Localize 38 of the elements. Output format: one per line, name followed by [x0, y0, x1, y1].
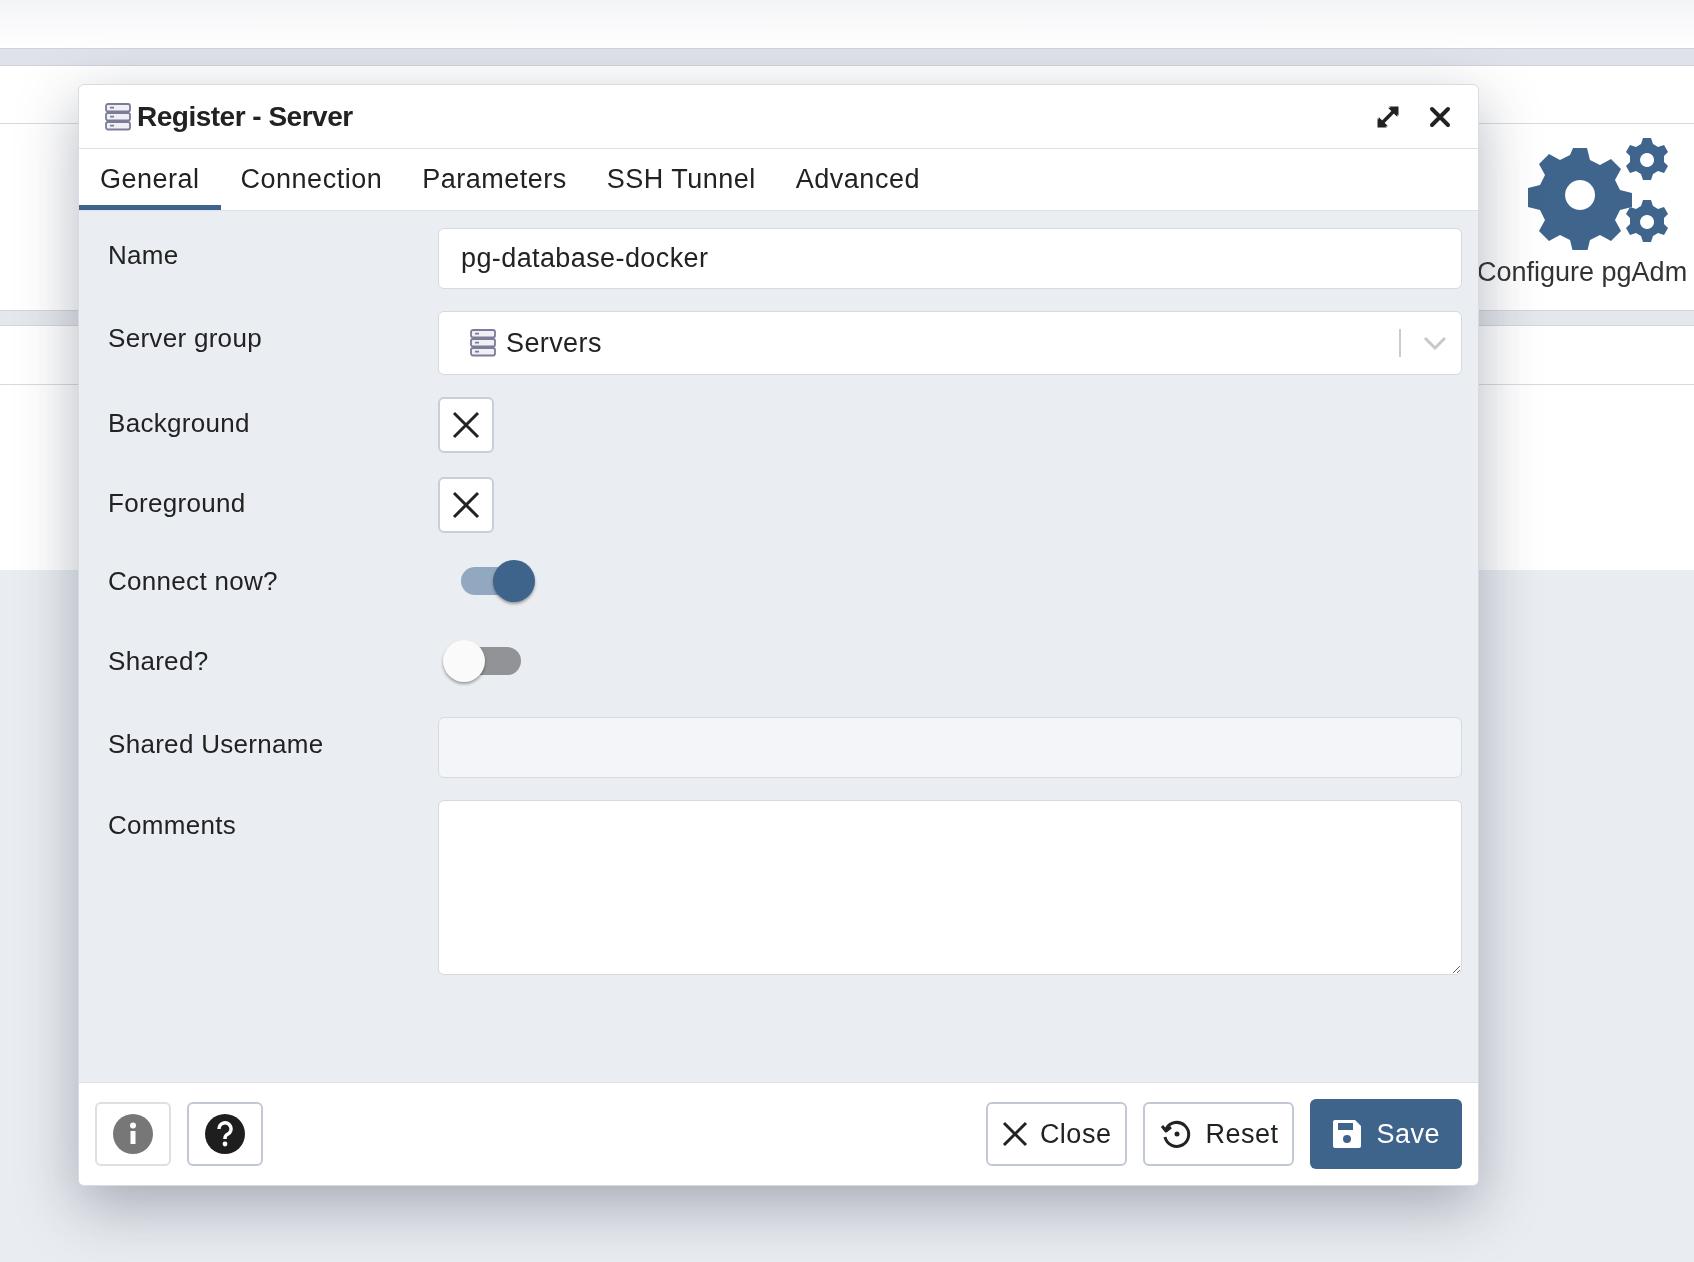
tab[interactable]: SSH Tunnel	[586, 149, 776, 210]
select-value: Servers	[506, 326, 603, 360]
server-icon	[105, 102, 131, 131]
field-label: Comments	[108, 809, 238, 842]
reset-button[interactable]: Reset	[1143, 1102, 1295, 1166]
color-picker[interactable]	[438, 397, 494, 453]
card-label: Configure pgAdm	[1479, 256, 1688, 289]
close-icon	[1001, 1121, 1028, 1147]
chevron-down-icon	[1423, 336, 1447, 350]
server-group-select[interactable]: Servers	[438, 311, 1462, 375]
no-color-icon	[452, 491, 480, 519]
color-picker[interactable]	[438, 477, 494, 533]
info-icon	[113, 1114, 153, 1154]
gears-icon	[1525, 138, 1669, 250]
tab[interactable]: Advanced	[775, 149, 940, 210]
field-label: Background	[108, 407, 251, 440]
tab[interactable]: Parameters	[402, 149, 587, 210]
no-color-icon	[452, 411, 480, 439]
window-title: Register - Server	[137, 99, 354, 134]
text-field[interactable]: pg-database-docker	[438, 228, 1462, 289]
help-icon	[205, 1114, 245, 1154]
comments-field[interactable]	[438, 800, 1462, 975]
field-label: Name	[108, 239, 180, 272]
field-label: Shared Username	[108, 728, 325, 761]
tab[interactable]: Connection	[220, 149, 403, 210]
field-label: Shared?	[108, 644, 210, 678]
field-label: Connect now?	[108, 564, 279, 598]
toggle-switch[interactable]	[443, 639, 523, 683]
tab[interactable]: General	[79, 149, 221, 210]
close-icon[interactable]	[1428, 104, 1452, 129]
save-button[interactable]: Save	[1310, 1099, 1462, 1169]
help-button[interactable]	[187, 1102, 263, 1166]
toggle-switch[interactable]	[461, 559, 537, 603]
close-button[interactable]: Close	[985, 1102, 1128, 1166]
field-label: Server group	[108, 322, 263, 355]
server-icon	[470, 329, 496, 357]
field-label: Foreground	[108, 487, 247, 520]
info-button[interactable]	[95, 1102, 171, 1166]
